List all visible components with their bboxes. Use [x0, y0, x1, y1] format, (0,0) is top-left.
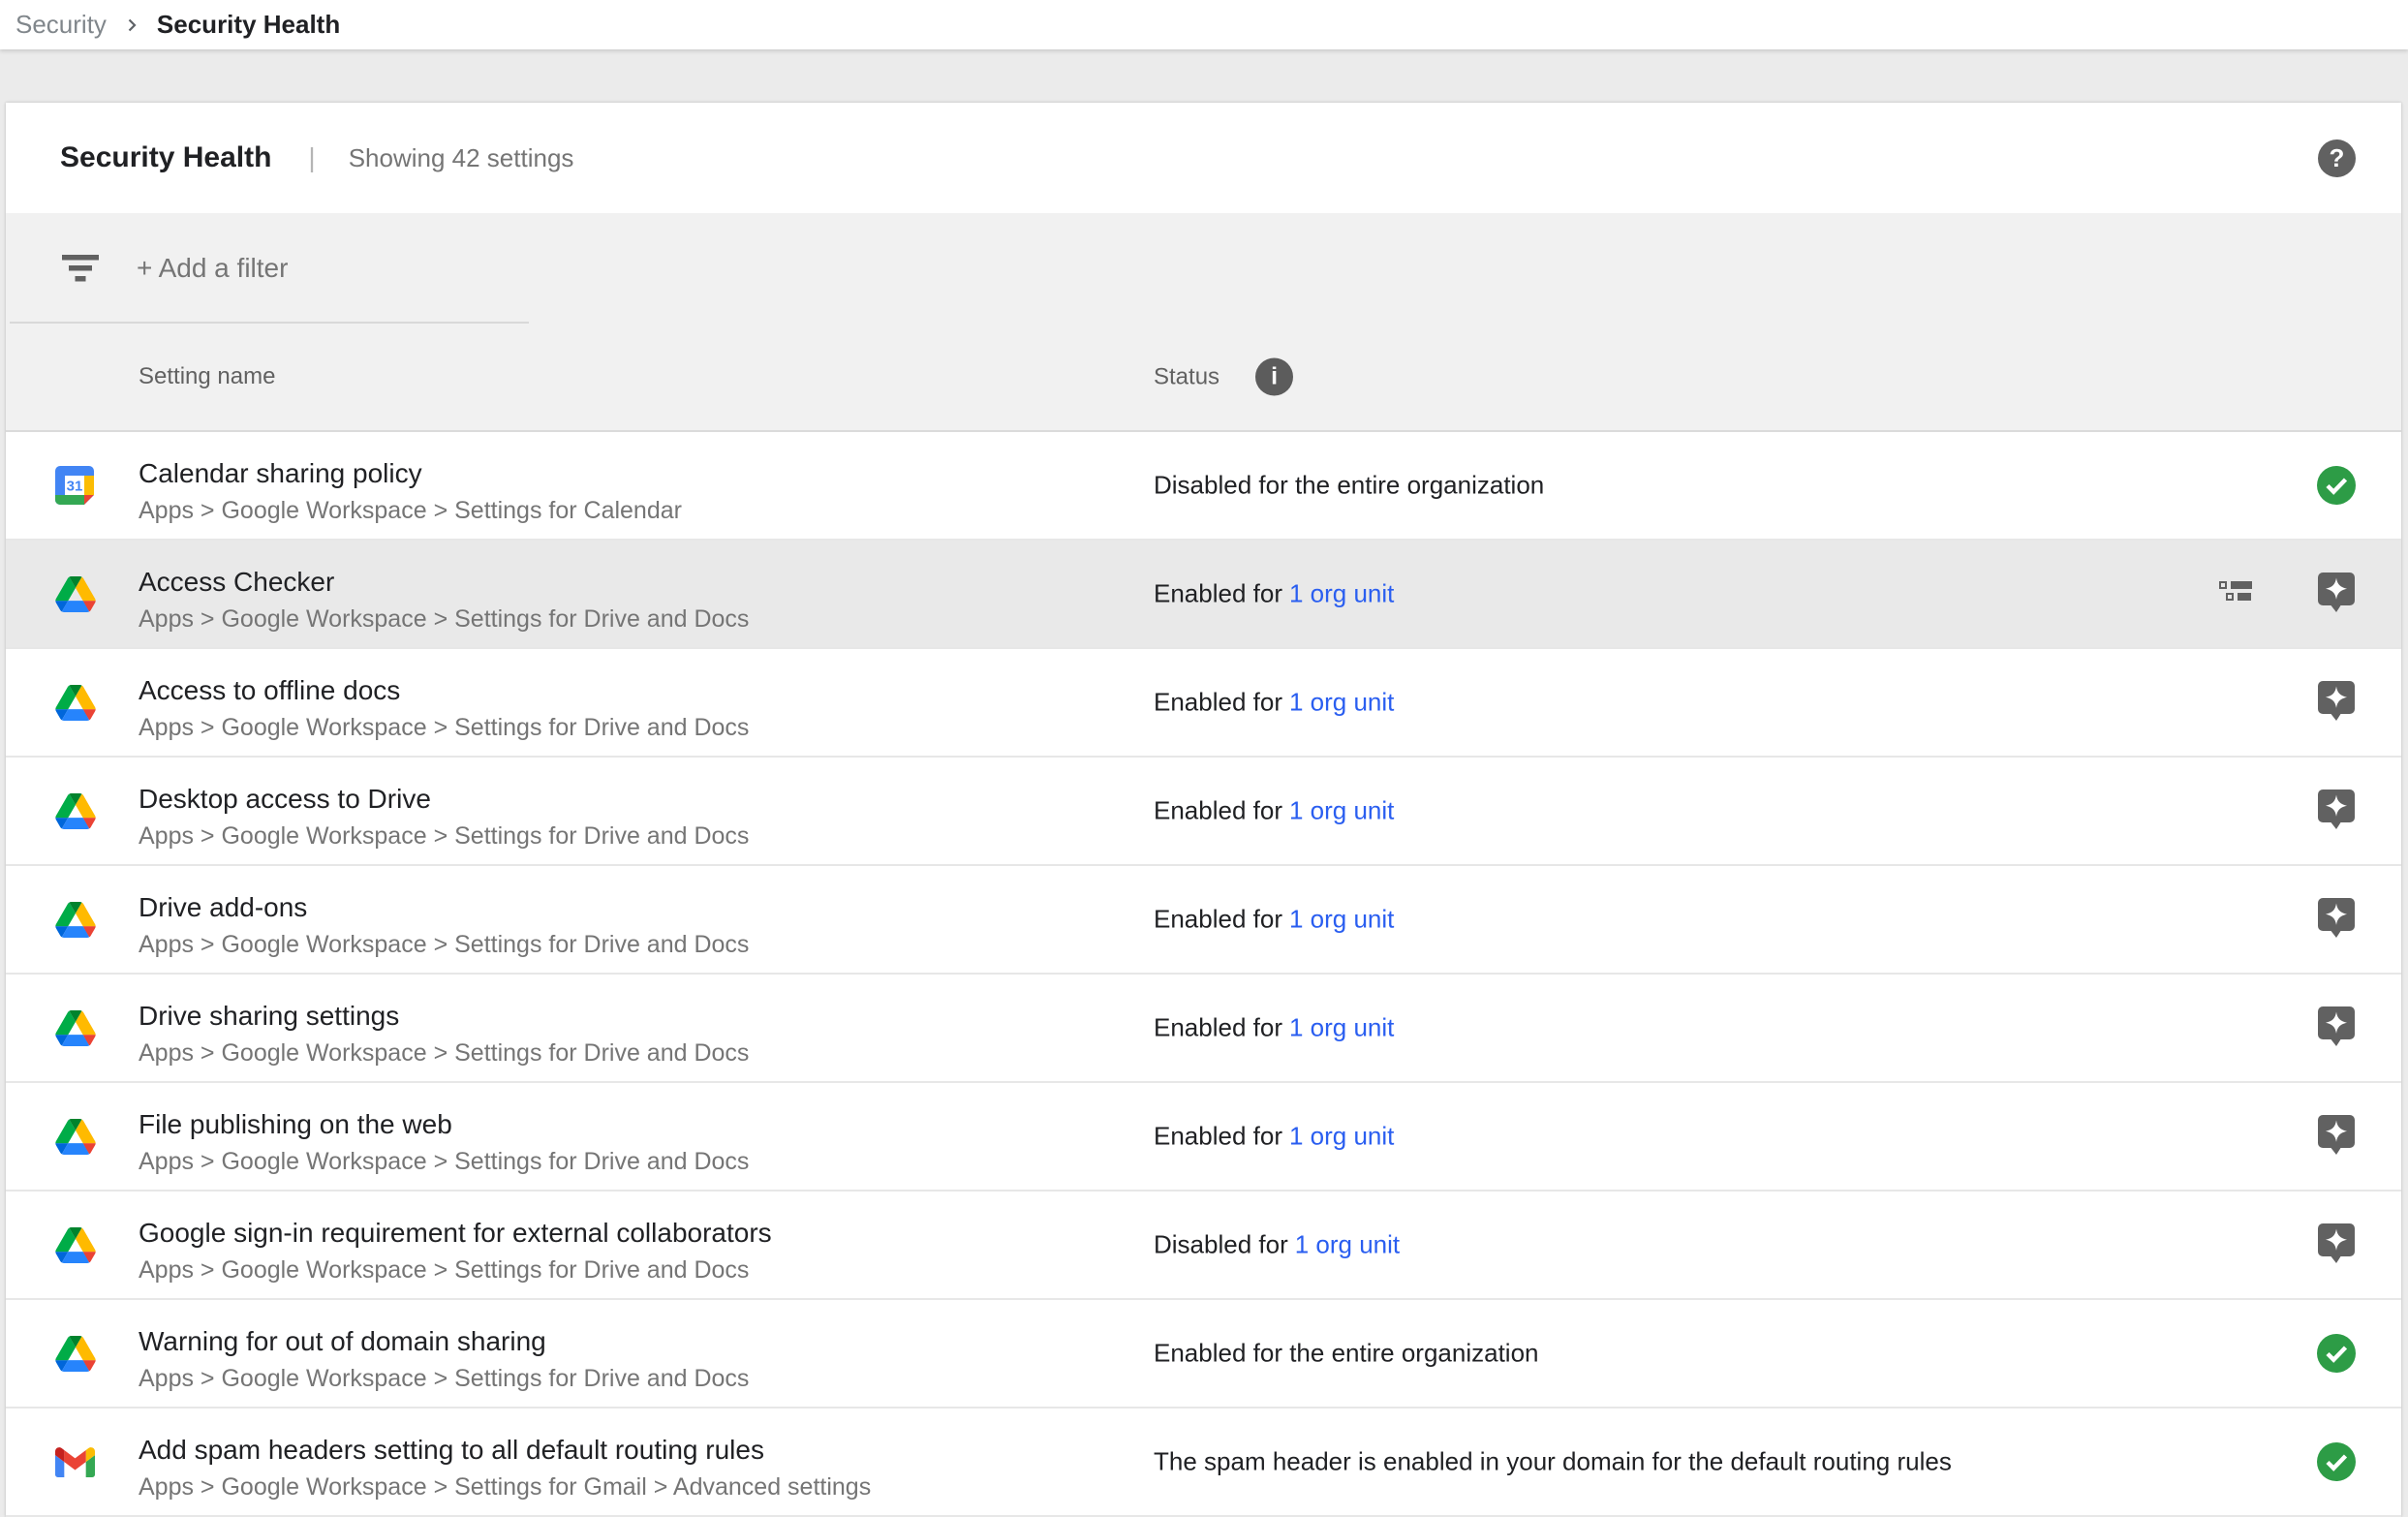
table-row[interactable]: 31 Add spam headers setting to all defau… — [6, 1409, 2401, 1517]
table-row[interactable]: 31 Google sign-in requirement for extern… — [6, 1192, 2401, 1300]
table-header: Setting name Status i — [6, 324, 2401, 432]
table-row[interactable]: 31 Calendar sharing policy Apps > G — [6, 432, 2401, 541]
gmail-icon: 31 — [55, 1441, 100, 1482]
setting-name: Google sign-in requirement for external … — [139, 1215, 772, 1252]
recommendation-icon[interactable] — [2318, 898, 2355, 941]
setting-path: Apps > Google Workspace > Settings for D… — [139, 928, 749, 961]
setting-path: Apps > Google Workspace > Settings for D… — [139, 603, 749, 635]
drive-icon: 31 — [55, 790, 100, 831]
info-icon[interactable]: i — [1255, 358, 1293, 396]
setting-name: Drive sharing settings — [139, 998, 749, 1035]
table-row[interactable]: 31 Desktop access to Drive Apps > G — [6, 758, 2401, 866]
security-health-card: Security Health | Showing 42 settings ? … — [6, 103, 2401, 1517]
setting-name: Access Checker — [139, 564, 749, 601]
recommendation-icon[interactable] — [2318, 1223, 2355, 1266]
org-unit-link[interactable]: 1 org unit — [1289, 688, 1394, 717]
drive-icon: 31 — [55, 1333, 100, 1374]
setting-status: Enabled for1 org unit — [1154, 1122, 1394, 1152]
setting-path: Apps > Google Workspace > Settings for D… — [139, 1145, 749, 1178]
table-row[interactable]: 31 Drive sharing settings Apps > Go — [6, 975, 2401, 1083]
setting-status: Enabled for1 org unit — [1154, 688, 1394, 718]
setting-status: Enabled for1 org unit — [1154, 579, 1394, 609]
breadcrumb-parent[interactable]: Security — [15, 10, 107, 40]
setting-path: Apps > Google Workspace > Settings for D… — [139, 1254, 772, 1286]
setting-status: Enabled for1 org unit — [1154, 905, 1394, 935]
org-unit-link[interactable]: 1 org unit — [1289, 1013, 1394, 1042]
breadcrumb: Security Security Health — [0, 0, 2408, 49]
settings-count: Showing 42 settings — [349, 143, 574, 173]
org-unit-link[interactable]: 1 org unit — [1289, 796, 1394, 825]
status-header: Status — [1154, 363, 1219, 390]
org-unit-link[interactable]: 1 org unit — [1295, 1230, 1400, 1259]
setting-name-header: Setting name — [139, 363, 275, 390]
setting-status: Disabled for the entire organization — [1154, 471, 1544, 501]
setting-status: Disabled for1 org unit — [1154, 1230, 1400, 1260]
table-row[interactable]: 31 Access Checker Apps > Google Wor — [6, 541, 2401, 649]
status-ok-icon — [2317, 1442, 2356, 1481]
setting-status: Enabled for1 org unit — [1154, 796, 1394, 826]
table-row[interactable]: 31 File publishing on the web Apps — [6, 1083, 2401, 1192]
svg-text:31: 31 — [67, 479, 83, 495]
setting-name: Add spam headers setting to all default … — [139, 1432, 871, 1469]
settings-table: 31 Calendar sharing policy Apps > G — [6, 432, 2401, 1517]
setting-status: The spam header is enabled in your domai… — [1154, 1447, 1952, 1477]
drive-icon: 31 — [55, 1007, 100, 1048]
setting-status: Enabled for1 org unit — [1154, 1013, 1394, 1043]
status-ok-icon — [2317, 466, 2356, 505]
org-unit-link[interactable]: 1 org unit — [1289, 905, 1394, 934]
card-header: Security Health | Showing 42 settings ? — [6, 103, 2401, 213]
table-row[interactable]: 31 Access to offline docs Apps > Go — [6, 649, 2401, 758]
org-unit-link[interactable]: 1 org unit — [1289, 1122, 1394, 1151]
table-row[interactable]: 31 Drive add-ons Apps > Google Work — [6, 866, 2401, 975]
filter-bar[interactable]: + Add a filter — [6, 213, 2401, 324]
setting-path: Apps > Google Workspace > Settings for D… — [139, 1037, 749, 1069]
setting-name: Warning for out of domain sharing — [139, 1323, 749, 1360]
setting-name: Desktop access to Drive — [139, 781, 749, 818]
breadcrumb-current: Security Health — [157, 10, 340, 40]
filter-list-icon — [62, 255, 99, 282]
drive-icon: 31 — [55, 1224, 100, 1265]
title-divider: | — [308, 142, 315, 173]
table-row[interactable]: 31 Warning for out of domain sharing — [6, 1300, 2401, 1409]
setting-name: Access to offline docs — [139, 672, 749, 709]
setting-path: Apps > Google Workspace > Settings for C… — [139, 494, 682, 527]
recommendation-icon[interactable] — [2318, 1115, 2355, 1158]
drive-icon: 31 — [55, 573, 100, 614]
setting-path: Apps > Google Workspace > Settings for D… — [139, 711, 749, 744]
add-filter-button[interactable]: + Add a filter — [137, 253, 288, 284]
org-unit-link[interactable]: 1 org unit — [1289, 579, 1394, 608]
recommendation-icon[interactable] — [2318, 789, 2355, 832]
drive-icon: 31 — [55, 682, 100, 723]
calendar-icon: 31 — [55, 465, 100, 506]
setting-name: Calendar sharing policy — [139, 455, 682, 492]
help-icon[interactable]: ? — [2318, 139, 2356, 177]
recommendation-icon[interactable] — [2318, 681, 2355, 724]
setting-name: Drive add-ons — [139, 889, 749, 926]
setting-path: Apps > Google Workspace > Settings for G… — [139, 1471, 871, 1503]
recommendation-icon[interactable] — [2318, 1006, 2355, 1049]
setting-path: Apps > Google Workspace > Settings for D… — [139, 1362, 749, 1395]
drive-icon: 31 — [55, 899, 100, 940]
org-units-view-icon[interactable] — [2219, 581, 2253, 606]
page-title: Security Health — [60, 141, 271, 174]
status-ok-icon — [2317, 1334, 2356, 1373]
setting-name: File publishing on the web — [139, 1106, 749, 1143]
setting-status: Enabled for the entire organization — [1154, 1339, 1539, 1369]
recommendation-icon[interactable] — [2318, 573, 2355, 615]
chevron-right-icon — [120, 14, 143, 37]
setting-path: Apps > Google Workspace > Settings for D… — [139, 820, 749, 852]
drive-icon: 31 — [55, 1116, 100, 1157]
